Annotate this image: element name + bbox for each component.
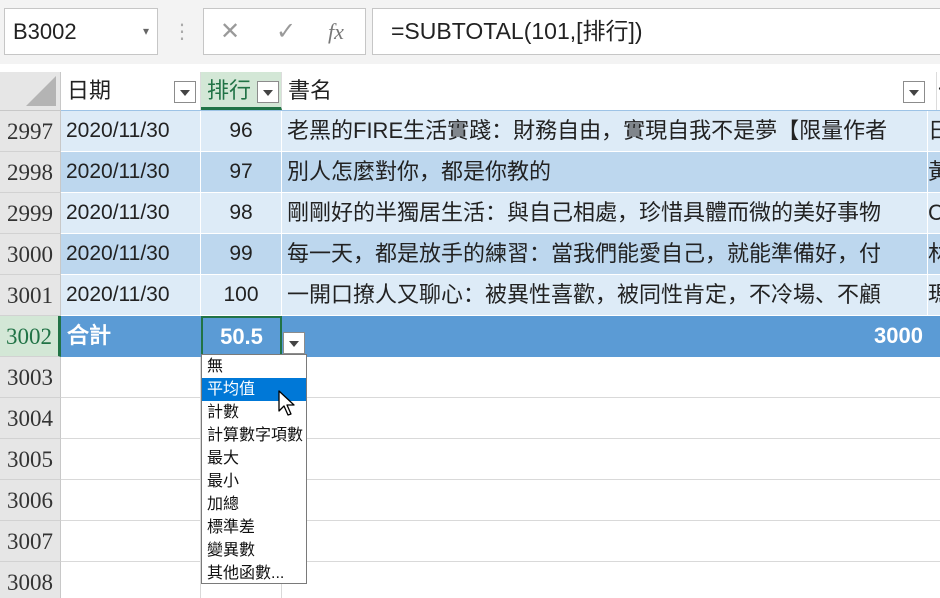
row-header[interactable]: 3008 bbox=[0, 562, 61, 598]
menu-item-variance[interactable]: 變異數 bbox=[202, 539, 306, 562]
row-header[interactable]: 3001 bbox=[0, 275, 61, 316]
table-body: 2020/11/30 96 老黑的FIRE生活實踐：財務自由，實現自我不是夢【限… bbox=[61, 111, 940, 598]
menu-item-more-functions[interactable]: 其他函數... bbox=[202, 562, 306, 583]
author-cell[interactable]: 黃 bbox=[927, 152, 940, 192]
formula-buttons: ✕ ✓ fx bbox=[203, 8, 366, 55]
row-header[interactable]: 3007 bbox=[0, 521, 61, 562]
author-cell[interactable]: 林 bbox=[927, 234, 940, 274]
author-cell[interactable]: 日 bbox=[927, 111, 940, 151]
title-cell[interactable]: 一開口撩人又聊心：被異性喜歡，被同性肯定，不冷場、不顧 bbox=[282, 275, 940, 315]
select-all-corner[interactable] bbox=[0, 72, 61, 111]
date-cell[interactable]: 2020/11/30 bbox=[61, 275, 201, 315]
column-header-label: 書名 bbox=[288, 78, 333, 103]
formula-input[interactable]: =SUBTOTAL(101,[排行]) bbox=[372, 8, 940, 55]
menu-item-min[interactable]: 最小 bbox=[202, 470, 306, 493]
empty-row bbox=[61, 357, 940, 398]
total-row: 合計 50.5 3000 bbox=[61, 316, 940, 357]
title-cell[interactable]: 老黑的FIRE生活實踐：財務自由，實現自我不是夢【限量作者 bbox=[282, 111, 940, 151]
enter-icon[interactable]: ✓ bbox=[276, 9, 296, 54]
date-cell[interactable]: 2020/11/30 bbox=[61, 111, 201, 151]
row-header[interactable]: 2999 bbox=[0, 193, 61, 234]
total-function-menu: 無 平均值 計數 計算數字項數 最大 最小 加總 標準差 變異數 其他函數... bbox=[201, 354, 307, 584]
date-cell[interactable]: 2020/11/30 bbox=[61, 234, 201, 274]
author-cell[interactable]: 瑪 bbox=[927, 275, 940, 315]
row-header[interactable]: 3004 bbox=[0, 398, 61, 439]
table-header-row: 日期 排行 書名 作 bbox=[61, 72, 940, 111]
rank-cell[interactable]: 99 bbox=[201, 234, 282, 274]
title-cell[interactable]: 別人怎麼對你，都是你教的 bbox=[282, 152, 940, 192]
total-label: 合計 bbox=[67, 323, 112, 348]
empty-row bbox=[61, 398, 940, 439]
name-box-dropdown-icon[interactable]: ▾ bbox=[143, 9, 149, 54]
date-cell[interactable]: 2020/11/30 bbox=[61, 193, 201, 233]
row-header[interactable]: 3005 bbox=[0, 439, 61, 480]
menu-item-none[interactable]: 無 bbox=[202, 355, 306, 378]
row-header[interactable]: 3000 bbox=[0, 234, 61, 275]
rank-cell[interactable]: 96 bbox=[201, 111, 282, 151]
name-box-value: B3002 bbox=[13, 19, 77, 44]
row-header-selected[interactable]: 3002 bbox=[0, 316, 61, 357]
title-cell[interactable]: 每一天，都是放手的練習：當我們能愛自己，就能準備好，付 bbox=[282, 234, 940, 274]
column-header-date: 日期 bbox=[61, 72, 201, 110]
menu-item-stddev[interactable]: 標準差 bbox=[202, 516, 306, 539]
menu-item-sum[interactable]: 加總 bbox=[202, 493, 306, 516]
rank-cell[interactable]: 98 bbox=[201, 193, 282, 233]
formula-bar: B3002 ▾ ⋮ ✕ ✓ fx =SUBTOTAL(101,[排行]) bbox=[0, 0, 940, 64]
table-row: 2020/11/30 99 每一天，都是放手的練習：當我們能愛自己，就能準備好，… bbox=[61, 234, 940, 275]
filter-button-title[interactable] bbox=[903, 81, 925, 103]
total-count-value[interactable]: 3000 bbox=[874, 316, 923, 356]
empty-row bbox=[61, 562, 940, 598]
column-header-title: 書名 bbox=[282, 72, 937, 110]
date-cell[interactable]: 2020/11/30 bbox=[61, 152, 201, 192]
insert-function-icon[interactable]: fx bbox=[328, 9, 344, 54]
rank-cell[interactable]: 100 bbox=[201, 275, 282, 315]
title-cell[interactable]: 剛剛好的半獨居生活：與自己相處，珍惜具體而微的美好事物 bbox=[282, 193, 940, 233]
worksheet-grid: 日期 排行 書名 作 2997 2998 2999 3000 3001 3002… bbox=[0, 64, 940, 598]
total-average-cell[interactable]: 50.5 bbox=[201, 316, 282, 357]
author-cell[interactable]: C bbox=[927, 193, 940, 233]
cancel-icon[interactable]: ✕ bbox=[220, 9, 240, 54]
column-header-label: 排行 bbox=[207, 78, 252, 103]
table-row: 2020/11/30 100 一開口撩人又聊心：被異性喜歡，被同性肯定，不冷場、… bbox=[61, 275, 940, 316]
column-header-rank: 排行 bbox=[201, 72, 282, 110]
formula-bar-splitter-icon[interactable]: ⋮ bbox=[172, 14, 192, 50]
column-header-label: 日期 bbox=[67, 78, 112, 103]
rank-cell[interactable]: 97 bbox=[201, 152, 282, 192]
table-row: 2020/11/30 96 老黑的FIRE生活實踐：財務自由，實現自我不是夢【限… bbox=[61, 111, 940, 152]
empty-row bbox=[61, 521, 940, 562]
row-header[interactable]: 2997 bbox=[0, 111, 61, 152]
menu-item-max[interactable]: 最大 bbox=[202, 447, 306, 470]
name-box[interactable]: B3002 ▾ bbox=[4, 8, 158, 55]
row-headers: 2997 2998 2999 3000 3001 3002 3003 3004 … bbox=[0, 111, 61, 598]
empty-row bbox=[61, 480, 940, 521]
row-header[interactable]: 2998 bbox=[0, 152, 61, 193]
row-header[interactable]: 3003 bbox=[0, 357, 61, 398]
row-header[interactable]: 3006 bbox=[0, 480, 61, 521]
empty-row bbox=[61, 439, 940, 480]
menu-item-count-numbers[interactable]: 計算數字項數 bbox=[202, 424, 306, 447]
total-function-dropdown-button[interactable] bbox=[283, 332, 305, 354]
filter-button-rank[interactable] bbox=[257, 81, 279, 103]
table-row: 2020/11/30 98 剛剛好的半獨居生活：與自己相處，珍惜具體而微的美好事… bbox=[61, 193, 940, 234]
filter-button-date[interactable] bbox=[174, 81, 196, 103]
table-row: 2020/11/30 97 別人怎麼對你，都是你教的 黃 bbox=[61, 152, 940, 193]
mouse-pointer-icon bbox=[278, 390, 295, 416]
